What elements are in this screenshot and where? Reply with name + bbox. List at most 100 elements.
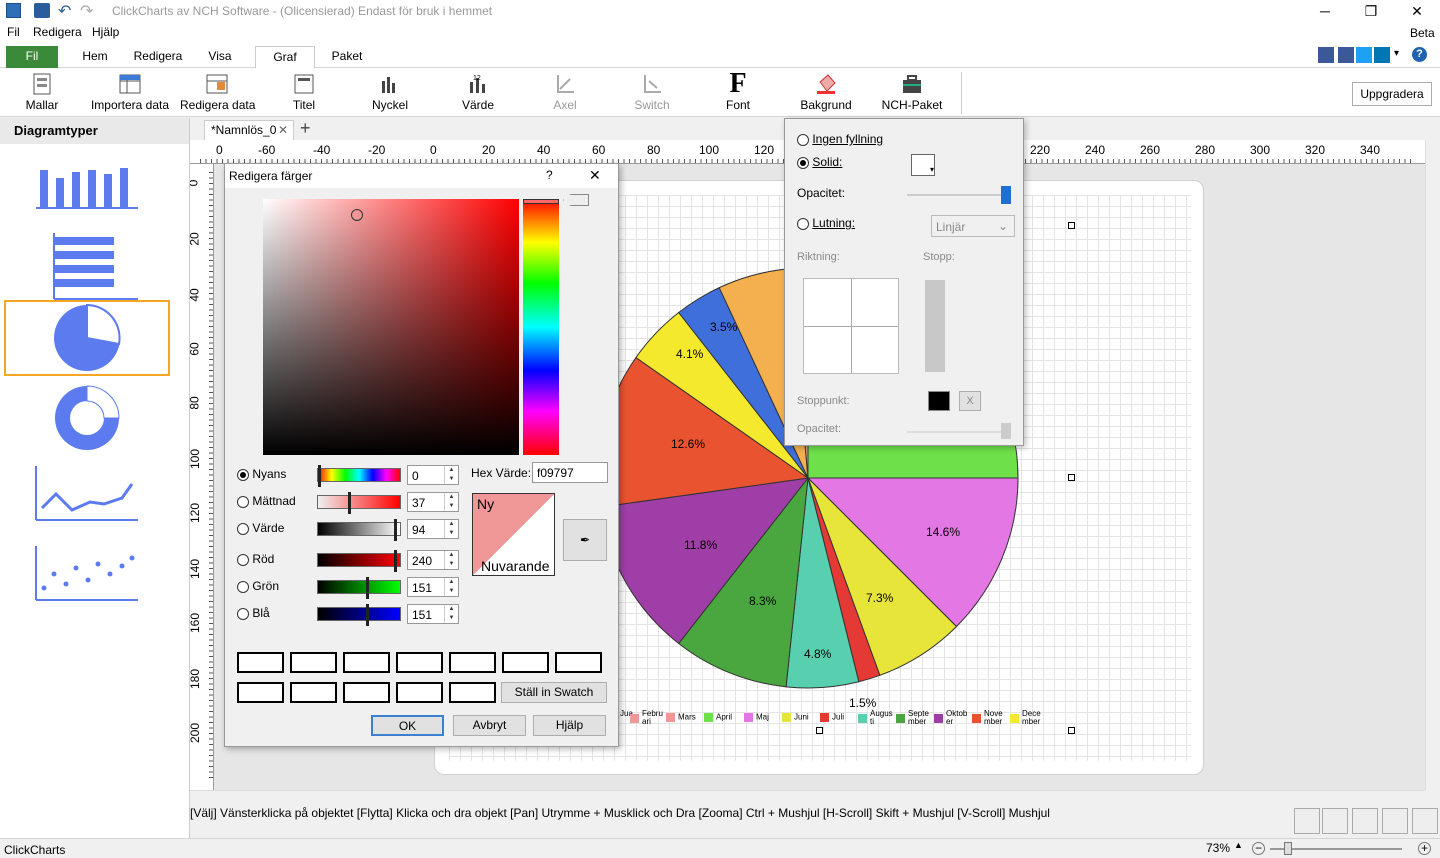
channel-slider[interactable] (317, 492, 401, 514)
picker-cursor[interactable] (351, 209, 363, 221)
gradient-type-select[interactable]: Linjär ⌄ (931, 215, 1015, 237)
switch-button[interactable]: Switch (630, 70, 674, 116)
gradient-option[interactable]: Lutning: (797, 216, 855, 230)
hue-pointer[interactable] (563, 194, 589, 206)
stops-bar[interactable] (925, 280, 945, 372)
font-button[interactable]: F Font (716, 68, 760, 116)
tab-graf[interactable]: Graf (255, 46, 315, 69)
doc-tab[interactable]: *Namnlös_0 ✕ (204, 120, 294, 140)
channel-radio[interactable]: Grön (237, 579, 279, 593)
remove-stop-button[interactable]: X (959, 391, 981, 411)
channel-input[interactable]: 0 ▲ ▼ (407, 465, 459, 485)
swatch[interactable] (396, 652, 443, 673)
undo-icon[interactable]: ↶ (58, 1, 71, 21)
tab-redigera[interactable]: Redigera (128, 46, 188, 68)
channel-slider-thumb[interactable] (348, 492, 351, 514)
dialog-help-icon[interactable]: ? (546, 168, 553, 182)
facebook-icon[interactable] (1338, 47, 1354, 63)
swatch[interactable] (396, 682, 443, 703)
resize-handle[interactable] (1068, 727, 1075, 734)
doc-tab-close-icon[interactable]: ✕ (278, 123, 288, 137)
zoom-fit-icon[interactable] (1294, 808, 1320, 834)
opacity-thumb[interactable] (1001, 186, 1011, 204)
horizontal-scrollbar[interactable] (190, 790, 1425, 804)
channel-radio[interactable]: Värde (237, 521, 284, 535)
channel-radio[interactable]: Blå (237, 606, 270, 620)
redo-icon[interactable]: ↷ (80, 1, 93, 21)
set-swatch-button[interactable]: Ställ in Swatch (501, 682, 607, 703)
zoom-out-icon[interactable]: − (1252, 842, 1265, 855)
maximize-button[interactable]: ❐ (1348, 0, 1394, 22)
swatch[interactable] (449, 682, 496, 703)
menu-redigera[interactable]: Redigera (33, 25, 82, 39)
tab-fil[interactable]: Fil (6, 46, 58, 68)
channel-slider-thumb[interactable] (394, 519, 397, 541)
save-icon[interactable] (34, 3, 50, 18)
dialog-close-icon[interactable]: ✕ (589, 167, 601, 184)
swatch[interactable] (237, 652, 284, 673)
menu-hjalp[interactable]: Hjälp (92, 25, 119, 39)
channel-slider-thumb[interactable] (366, 577, 369, 599)
chart-type-bar[interactable] (4, 228, 170, 304)
resize-handle[interactable] (1068, 474, 1075, 481)
channel-input[interactable]: 151 ▲ ▼ (407, 577, 459, 597)
saturation-value-picker[interactable] (263, 199, 519, 455)
edit-data-button[interactable]: Redigera data (180, 70, 255, 116)
mallar-button[interactable]: Mallar (20, 70, 64, 116)
channel-slider-thumb[interactable] (394, 550, 397, 572)
text-tool-icon[interactable] (1322, 808, 1348, 834)
solid-color-picker[interactable]: ▾ (911, 154, 935, 176)
channel-slider[interactable] (317, 465, 401, 487)
preview-icon[interactable] (1352, 808, 1378, 834)
channel-radio[interactable]: Nyans (237, 467, 286, 481)
hue-marker[interactable] (523, 199, 559, 204)
channel-input[interactable]: 37 ▲ ▼ (407, 492, 459, 512)
close-button[interactable]: ✕ (1394, 0, 1440, 22)
hue-strip[interactable] (523, 199, 559, 455)
channel-radio[interactable]: Mättnad (237, 494, 296, 508)
channel-input[interactable]: 94 ▲ ▼ (407, 519, 459, 539)
swatch[interactable] (343, 652, 390, 673)
zoom-slider-thumb[interactable] (1284, 842, 1292, 855)
channel-slider[interactable] (317, 577, 401, 599)
no-fill-option[interactable]: Ingen fyllning (797, 132, 883, 146)
axis-button[interactable]: Axel (543, 70, 587, 116)
like-icon[interactable] (1318, 47, 1334, 63)
upgrade-button[interactable]: Uppgradera (1352, 82, 1432, 106)
legend-button[interactable]: Nyckel (368, 70, 412, 116)
channel-slider[interactable] (317, 604, 401, 626)
channel-slider[interactable] (317, 550, 401, 572)
zoom-in-icon[interactable]: + (1418, 842, 1431, 855)
help-button[interactable]: Hjälp (533, 715, 606, 736)
solid-option[interactable]: Solid: (797, 155, 842, 169)
twitter-icon[interactable] (1356, 47, 1372, 63)
tab-visa[interactable]: Visa (200, 46, 240, 68)
vertical-scrollbar[interactable] (1425, 140, 1440, 790)
tab-paket[interactable]: Paket (324, 46, 370, 68)
menu-fil[interactable]: Fil (7, 25, 20, 39)
ok-button[interactable]: OK (371, 715, 444, 736)
channel-input[interactable]: 240 ▲ ▼ (407, 550, 459, 570)
swatch[interactable] (237, 682, 284, 703)
background-button[interactable]: Bakgrund (798, 70, 854, 116)
stoppoint-color[interactable] (928, 391, 950, 411)
chart-type-line[interactable] (4, 456, 170, 532)
chart-type-column[interactable] (4, 148, 170, 224)
help-icon[interactable]: ? (1412, 47, 1427, 62)
import-data-button[interactable]: Importera data (90, 70, 170, 116)
dropdown-icon[interactable]: ▾ (1394, 48, 1399, 59)
channel-input[interactable]: 151 ▲ ▼ (407, 604, 459, 624)
cancel-button[interactable]: Avbryt (453, 715, 526, 736)
hex-input[interactable]: f09797 (532, 462, 608, 483)
zoom-menu-icon[interactable]: ▲ (1234, 840, 1243, 850)
channel-slider-thumb[interactable] (318, 465, 321, 487)
swatch[interactable] (502, 652, 549, 673)
swatch[interactable] (290, 682, 337, 703)
channel-radio[interactable]: Röd (237, 552, 274, 566)
resize-handle[interactable] (1068, 222, 1075, 229)
linkedin-icon[interactable] (1374, 47, 1390, 63)
stop-opacity-thumb[interactable] (1001, 423, 1011, 439)
value-button[interactable]: 12 Värde (456, 70, 500, 116)
add-tab-icon[interactable]: + (300, 118, 311, 139)
opacity-slider[interactable] (907, 194, 1007, 196)
